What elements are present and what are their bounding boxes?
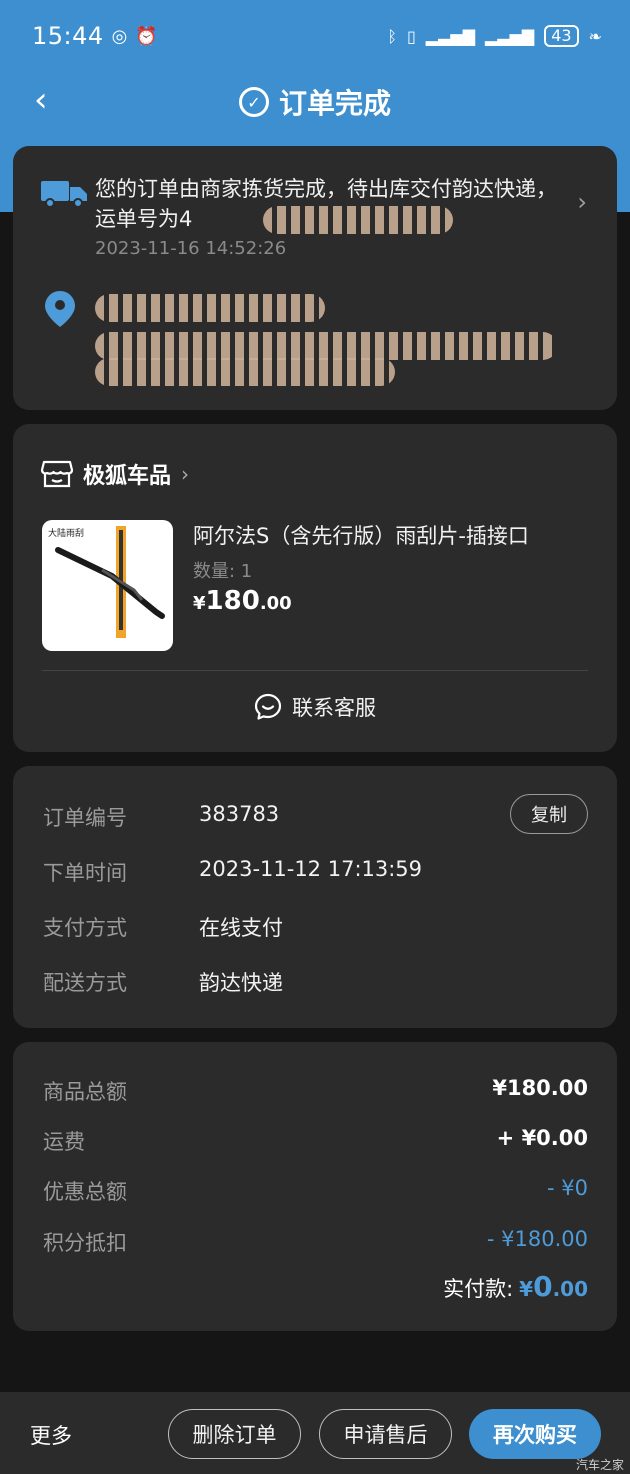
price-integer: 180 bbox=[205, 586, 260, 616]
back-icon[interactable]: ‹ bbox=[34, 82, 48, 118]
location-pin-icon bbox=[45, 291, 75, 327]
subtotal-row: 商品总额 ¥180.00 bbox=[43, 1076, 588, 1106]
redacted-address-line-2 bbox=[95, 332, 557, 360]
check-circle-icon: ✓ bbox=[238, 87, 269, 117]
redacted-tracking-number bbox=[263, 206, 453, 234]
record-icon: ◎ bbox=[111, 25, 128, 47]
signal-2-icon: ▂▃▅▇ bbox=[485, 26, 535, 46]
chevron-right-icon[interactable]: › bbox=[577, 188, 587, 216]
leaf-icon: ❧ bbox=[588, 26, 602, 46]
delete-order-button[interactable]: 删除订单 bbox=[168, 1409, 301, 1459]
delivery-method-row: 配送方式 韵达快递 bbox=[43, 967, 283, 997]
bottom-action-bar: 更多 删除订单 申请售后 再次购买 bbox=[0, 1392, 630, 1474]
chevron-right-icon: › bbox=[181, 462, 190, 486]
shipping-fee-row: 运费 + ¥0.00 bbox=[43, 1126, 588, 1156]
watermark: 汽车之家 bbox=[575, 1458, 624, 1472]
subtotal-label: 商品总额 bbox=[43, 1080, 127, 1104]
amount-summary-card: 商品总额 ¥180.00 运费 + ¥0.00 优惠总额 - ¥0 积分抵扣 -… bbox=[13, 1042, 617, 1331]
product-image[interactable]: 大陆雨刮 bbox=[42, 520, 173, 651]
order-number-row: 订单编号 383783 bbox=[43, 802, 279, 832]
alarm-icon: ⏰ bbox=[135, 25, 158, 47]
status-right: ᛒ ▯ ▂▃▅▇ ▂▃▅▇ 43 ❧ bbox=[387, 25, 602, 47]
battery-level: 43 bbox=[544, 25, 579, 47]
order-info-card: 订单编号 383783 复制 下单时间 2023-11-12 17:13:59 … bbox=[13, 766, 617, 1028]
delivery-method-value: 韵达快递 bbox=[199, 971, 283, 995]
wiper-blade-icon bbox=[55, 526, 165, 638]
amount-paid-value: ¥0.00 bbox=[519, 1270, 588, 1303]
order-time-row: 下单时间 2023-11-12 17:13:59 bbox=[43, 857, 422, 887]
order-time-label: 下单时间 bbox=[43, 861, 127, 885]
subtotal-value: ¥180.00 bbox=[492, 1076, 588, 1100]
status-time: 15:44 bbox=[32, 22, 104, 50]
paid-decimal: .00 bbox=[552, 1277, 588, 1301]
buy-again-button[interactable]: 再次购买 bbox=[469, 1409, 601, 1459]
payment-method-row: 支付方式 在线支付 bbox=[43, 912, 283, 942]
product-name: 阿尔法S（含先行版）雨刮片-插接口 bbox=[193, 524, 529, 548]
contact-service-button[interactable]: 联系客服 bbox=[13, 692, 617, 722]
payment-method-label: 支付方式 bbox=[43, 916, 127, 940]
order-time-value: 2023-11-12 17:13:59 bbox=[199, 857, 423, 881]
after-sale-button[interactable]: 申请售后 bbox=[319, 1409, 452, 1459]
contact-service-label: 联系客服 bbox=[292, 696, 376, 720]
more-button[interactable]: 更多 bbox=[30, 1420, 72, 1450]
shipping-timestamp: 2023-11-16 14:52:26 bbox=[95, 238, 287, 259]
navigation-bar: ‹ ✓ 订单完成 bbox=[0, 72, 630, 132]
store-icon bbox=[41, 460, 73, 488]
product-quantity: 数量: 1 bbox=[193, 561, 253, 582]
amount-paid-label: 实付款: bbox=[443, 1277, 514, 1301]
logistics-card[interactable]: 您的订单由商家拣货完成，待出库交付韵达快递，运单号为4 2023-11-16 1… bbox=[13, 146, 617, 410]
product-price: ¥180.00 bbox=[193, 586, 292, 616]
product-card: 极狐车品 › 大陆雨刮 阿尔法S（含先行版）雨刮片-插接口 数量: 1 ¥180… bbox=[13, 424, 617, 752]
discount-value: - ¥0 bbox=[547, 1176, 588, 1200]
amount-paid-row: 实付款: ¥0.00 bbox=[443, 1270, 588, 1303]
discount-label: 优惠总额 bbox=[43, 1180, 127, 1204]
paid-currency: ¥ bbox=[519, 1277, 534, 1301]
truck-icon bbox=[41, 181, 87, 208]
store-link[interactable]: 极狐车品 › bbox=[41, 458, 189, 490]
signal-icon: ▂▃▅▇ bbox=[425, 26, 476, 46]
price-currency: ¥ bbox=[193, 593, 206, 614]
shipping-fee-label: 运费 bbox=[43, 1130, 85, 1154]
shipping-fee-value: + ¥0.00 bbox=[496, 1126, 588, 1150]
status-bar: 15:44 ◎ ⏰ ᛒ ▯ ▂▃▅▇ ▂▃▅▇ 43 ❧ bbox=[0, 0, 630, 72]
vibrate-icon: ▯ bbox=[406, 26, 416, 46]
order-number-label: 订单编号 bbox=[43, 806, 127, 830]
delivery-method-label: 配送方式 bbox=[43, 971, 127, 995]
store-name: 极狐车品 bbox=[83, 464, 172, 489]
chat-bubble-icon bbox=[254, 693, 282, 720]
discount-row: 优惠总额 - ¥0 bbox=[43, 1176, 588, 1206]
bluetooth-icon: ᛒ bbox=[387, 26, 397, 46]
points-deduction-row: 积分抵扣 - ¥180.00 bbox=[43, 1227, 588, 1257]
points-deduction-label: 积分抵扣 bbox=[43, 1231, 127, 1255]
page-title-text: 订单完成 bbox=[278, 87, 391, 120]
price-decimal: .00 bbox=[259, 593, 292, 614]
paid-integer: 0 bbox=[533, 1270, 553, 1303]
copy-button[interactable]: 复制 bbox=[510, 794, 588, 834]
points-deduction-value: - ¥180.00 bbox=[486, 1227, 588, 1251]
redacted-address-line-3 bbox=[95, 358, 395, 386]
payment-method-value: 在线支付 bbox=[199, 916, 283, 940]
divider bbox=[42, 670, 588, 671]
order-number-value: 383783 bbox=[199, 802, 280, 826]
page-title: ✓ 订单完成 bbox=[238, 82, 391, 122]
redacted-address-line-1 bbox=[95, 294, 325, 322]
